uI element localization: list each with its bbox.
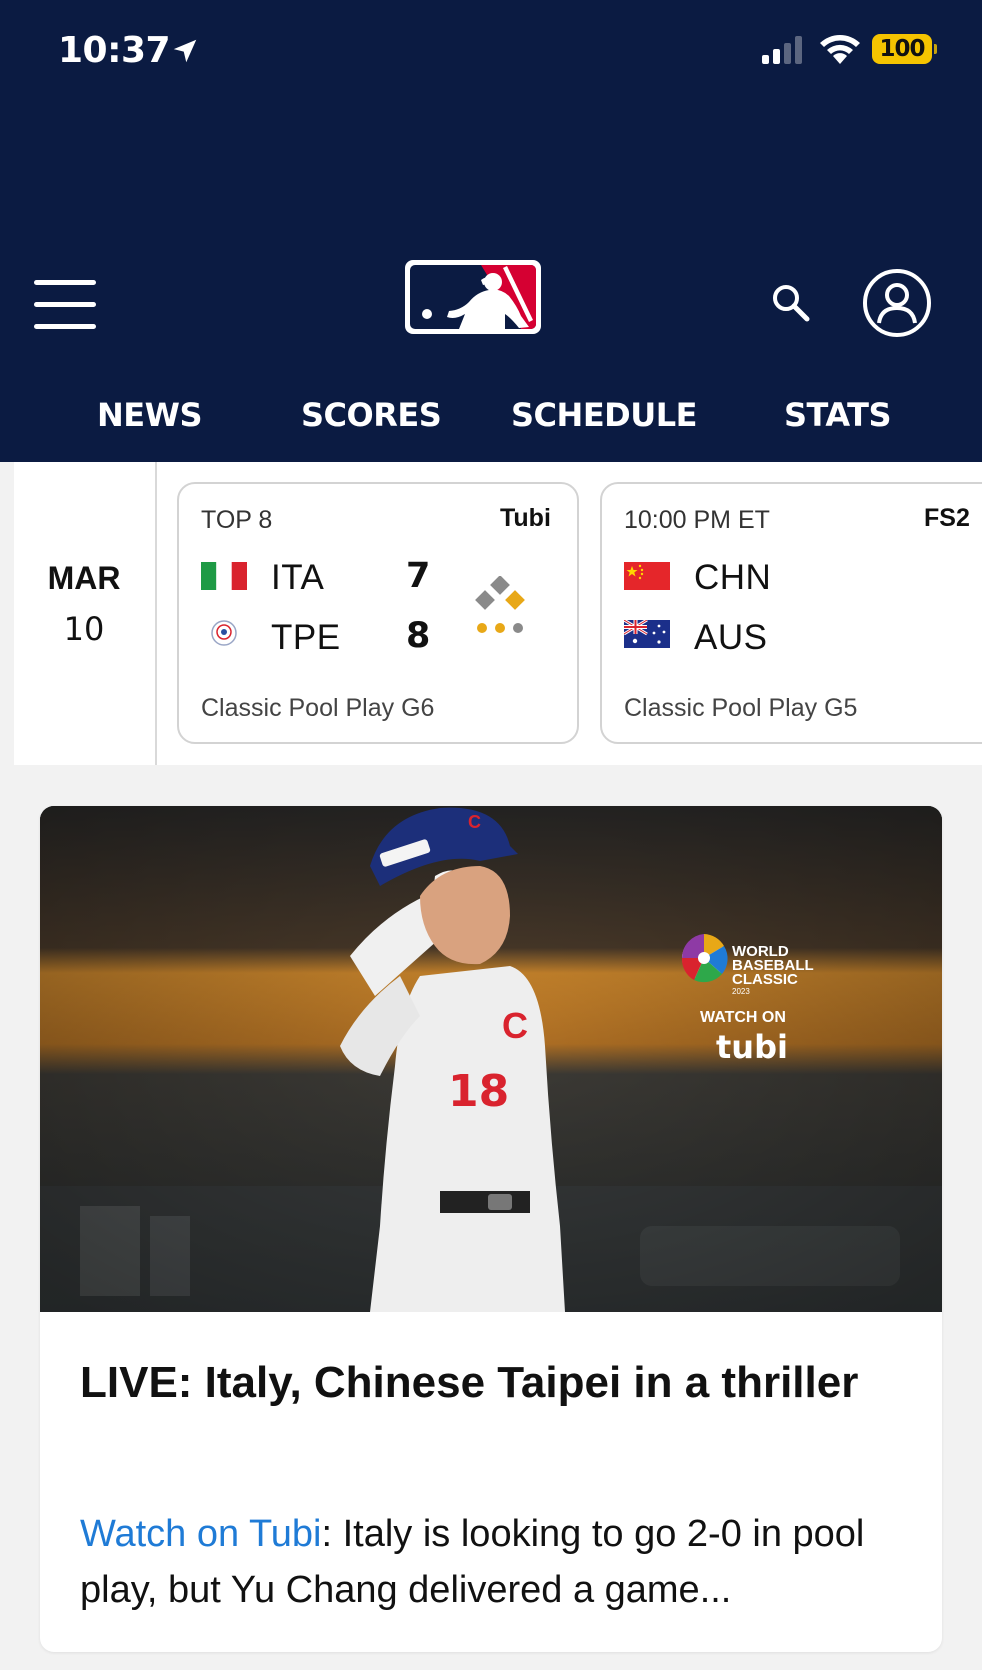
cellular-signal-icon [762, 36, 802, 64]
game-footer: Classic Pool Play G6 [201, 694, 435, 722]
tab-stats[interactable]: STATS [784, 380, 892, 450]
tubi-logo-text: tubi [716, 1028, 788, 1066]
team-score: 7 [406, 556, 431, 596]
game-card-chn-aus[interactable]: 10:00 PM ET FS2 CHN AUS Classic Pool Pla… [600, 482, 982, 744]
article-hero-image[interactable]: C 18 C WORLD BASEBALL CLASSIC 2023 WATCH… [40, 806, 942, 1312]
scoreboard-date[interactable]: MAR 10 [14, 462, 157, 765]
tab-scores[interactable]: SCORES [301, 380, 442, 450]
app-header: NEWS SCORES SCHEDULE STATS [0, 232, 982, 462]
china-flag-icon [624, 562, 670, 590]
svg-text:C: C [468, 812, 481, 832]
team-abbr: CHN [694, 558, 772, 597]
article-card[interactable]: C 18 C WORLD BASEBALL CLASSIC 2023 WATCH… [40, 806, 942, 1652]
jersey-number: 18 [448, 1066, 509, 1117]
australia-flag-icon [624, 620, 670, 648]
search-icon[interactable] [770, 282, 812, 324]
profile-icon[interactable] [862, 268, 932, 338]
game-footer: Classic Pool Play G5 [624, 694, 858, 722]
game-network: Tubi [500, 504, 551, 532]
chinese-taipei-flag-icon [211, 620, 237, 646]
tab-schedule[interactable]: SCHEDULE [511, 380, 697, 450]
location-arrow-icon [173, 39, 197, 63]
main-nav: NEWS SCORES SCHEDULE STATS [0, 380, 982, 450]
game-status: TOP 8 [201, 506, 273, 534]
team-abbr: AUS [694, 618, 768, 657]
battery-tip [934, 44, 937, 54]
watch-on-tubi-link[interactable]: Watch on Tubi [80, 1513, 322, 1555]
status-bar: 10:37 100 [0, 0, 982, 232]
team-abbr: ITA [271, 558, 325, 597]
wbc-brand-year: 2023 [732, 987, 750, 996]
team-score: 8 [406, 616, 431, 656]
italy-flag-icon [201, 562, 247, 590]
wifi-icon [820, 35, 860, 64]
bases-diamond-icon [475, 576, 525, 633]
date-month: MAR [47, 560, 121, 596]
svg-text:C: C [502, 1005, 528, 1046]
battery-indicator: 100 [872, 34, 932, 64]
article-summary: Watch on Tubi: Italy is looking to go 2-… [80, 1506, 920, 1618]
mlb-logo[interactable] [403, 258, 543, 336]
game-status: 10:00 PM ET [624, 506, 770, 534]
hamburger-menu-icon[interactable] [34, 280, 96, 330]
status-time: 10:37 [58, 30, 171, 71]
date-day: 10 [63, 610, 105, 648]
tab-news[interactable]: NEWS [97, 380, 202, 450]
game-card-ita-tpe[interactable]: TOP 8 Tubi ITA 7 TPE 8 Classic Pool Play… [177, 482, 579, 744]
watch-on-label: WATCH ON [700, 1009, 786, 1026]
team-abbr: TPE [271, 618, 341, 657]
game-network: FS2 [924, 504, 970, 532]
scoreboard-strip: MAR 10 TOP 8 Tubi ITA 7 TPE 8 Classic Po [14, 462, 982, 765]
article-title[interactable]: LIVE: Italy, Chinese Taipei in a thrille… [80, 1352, 900, 1414]
wbc-brand-line3: CLASSIC [732, 971, 798, 988]
